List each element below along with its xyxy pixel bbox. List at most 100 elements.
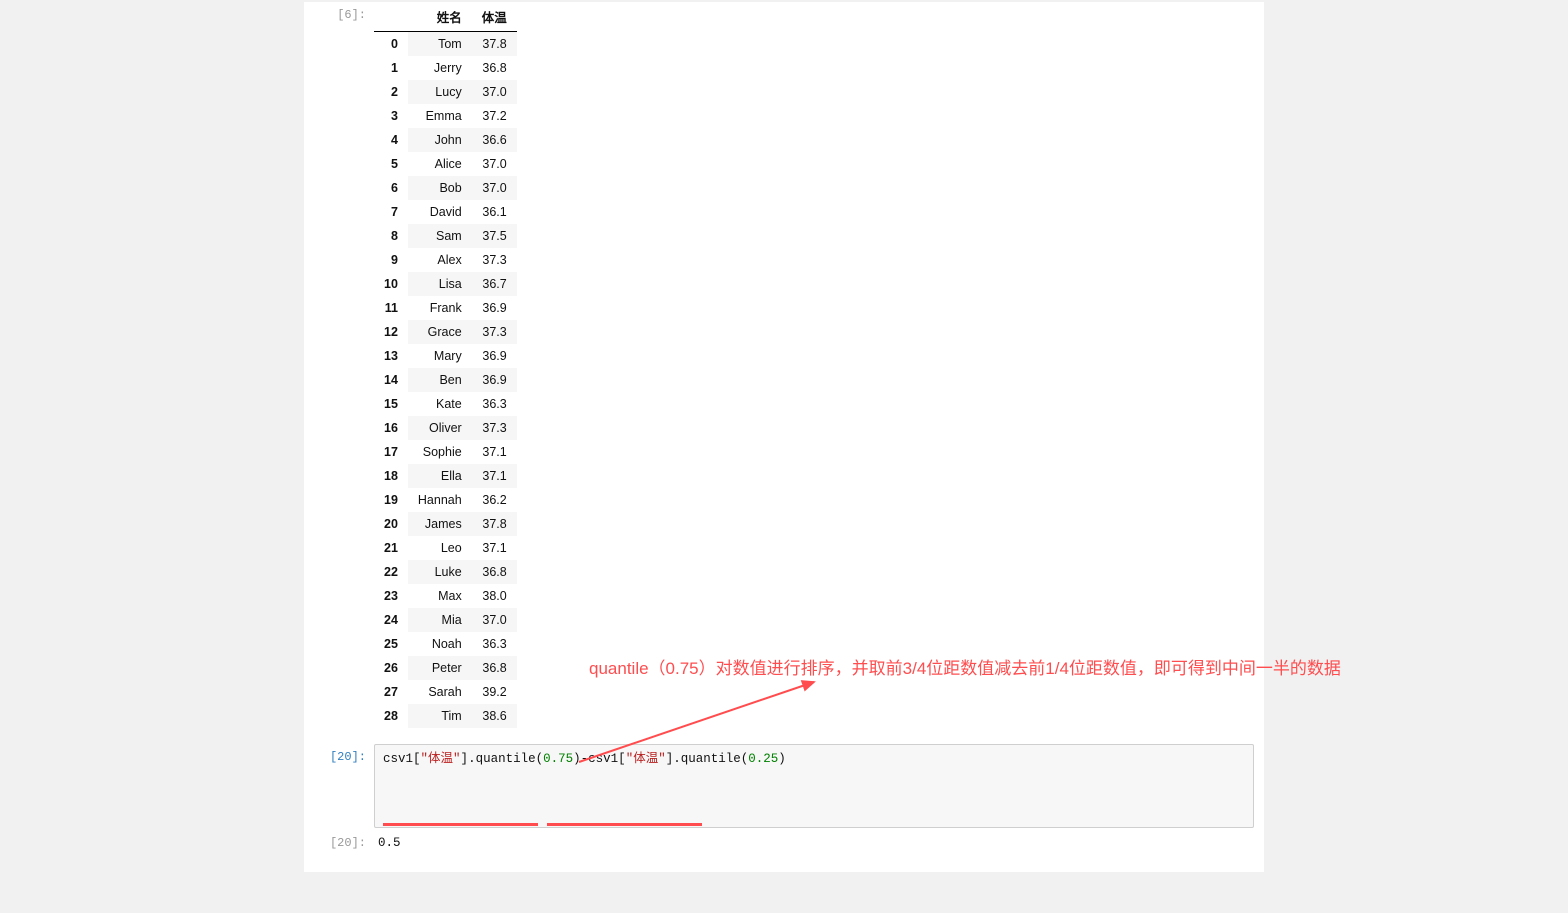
row-index: 28 — [374, 704, 408, 728]
row-index: 15 — [374, 392, 408, 416]
row-name: Ella — [408, 464, 472, 488]
output-prompt-20: [20]: — [314, 830, 374, 850]
row-index: 16 — [374, 416, 408, 440]
row-temp: 36.9 — [472, 344, 517, 368]
table-row: 28Tim38.6 — [374, 704, 517, 728]
row-index: 0 — [374, 32, 408, 57]
row-name: Peter — [408, 656, 472, 680]
row-name: Bob — [408, 176, 472, 200]
row-name: Max — [408, 584, 472, 608]
table-row: 22Luke36.8 — [374, 560, 517, 584]
row-name: Luke — [408, 560, 472, 584]
row-temp: 38.0 — [472, 584, 517, 608]
row-index: 22 — [374, 560, 408, 584]
row-name: Sam — [408, 224, 472, 248]
row-index: 27 — [374, 680, 408, 704]
table-row: 26Peter36.8 — [374, 656, 517, 680]
table-row: 7David36.1 — [374, 200, 517, 224]
row-temp: 37.3 — [472, 248, 517, 272]
row-temp: 39.2 — [472, 680, 517, 704]
table-row: 0Tom37.8 — [374, 32, 517, 57]
code-input-cell: [20]: csv1["体温"].quantile(0.75)-csv1["体温… — [314, 744, 1254, 828]
row-name: Alice — [408, 152, 472, 176]
dataframe-table: 姓名 体温 0Tom37.81Jerry36.82Lucy37.03Emma37… — [374, 2, 517, 728]
row-name: Emma — [408, 104, 472, 128]
table-row: 2Lucy37.0 — [374, 80, 517, 104]
row-temp: 36.9 — [472, 368, 517, 392]
row-name: Mia — [408, 608, 472, 632]
table-row: 15Kate36.3 — [374, 392, 517, 416]
table-row: 14Ben36.9 — [374, 368, 517, 392]
row-index: 23 — [374, 584, 408, 608]
row-index: 13 — [374, 344, 408, 368]
row-name: Lisa — [408, 272, 472, 296]
row-temp: 37.3 — [472, 320, 517, 344]
table-row: 5Alice37.0 — [374, 152, 517, 176]
row-temp: 37.2 — [472, 104, 517, 128]
row-temp: 36.8 — [472, 656, 517, 680]
row-temp: 36.3 — [472, 392, 517, 416]
row-name: Kate — [408, 392, 472, 416]
row-index: 7 — [374, 200, 408, 224]
notebook-inner: [6]: 姓名 体温 0Tom37.81Jerry36.82Lucy37.03E… — [304, 2, 1264, 872]
row-name: David — [408, 200, 472, 224]
output-cell: [6]: 姓名 体温 0Tom37.81Jerry36.82Lucy37.03E… — [314, 2, 1254, 728]
row-name: James — [408, 512, 472, 536]
col-header-index — [374, 2, 408, 32]
row-temp: 36.8 — [472, 560, 517, 584]
row-temp: 37.1 — [472, 464, 517, 488]
row-index: 5 — [374, 152, 408, 176]
table-row: 6Bob37.0 — [374, 176, 517, 200]
row-index: 21 — [374, 536, 408, 560]
code-editor[interactable]: csv1["体温"].quantile(0.75)-csv1["体温"].qua… — [374, 744, 1254, 828]
row-name: Frank — [408, 296, 472, 320]
table-row: 24Mia37.0 — [374, 608, 517, 632]
table-row: 10Lisa36.7 — [374, 272, 517, 296]
row-name: Hannah — [408, 488, 472, 512]
row-temp: 37.0 — [472, 152, 517, 176]
row-temp: 37.3 — [472, 416, 517, 440]
row-index: 24 — [374, 608, 408, 632]
row-name: Sophie — [408, 440, 472, 464]
row-index: 18 — [374, 464, 408, 488]
col-header-name: 姓名 — [408, 2, 472, 32]
row-index: 12 — [374, 320, 408, 344]
table-row: 11Frank36.9 — [374, 296, 517, 320]
table-row: 18Ella37.1 — [374, 464, 517, 488]
table-row: 16Oliver37.3 — [374, 416, 517, 440]
row-index: 25 — [374, 632, 408, 656]
row-temp: 37.0 — [472, 176, 517, 200]
row-name: Ben — [408, 368, 472, 392]
row-temp: 37.8 — [472, 32, 517, 57]
row-temp: 37.1 — [472, 440, 517, 464]
code-highlight-2 — [547, 823, 702, 826]
row-temp: 36.1 — [472, 200, 517, 224]
row-index: 10 — [374, 272, 408, 296]
row-name: Sarah — [408, 680, 472, 704]
table-row: 3Emma37.2 — [374, 104, 517, 128]
row-name: Tom — [408, 32, 472, 57]
row-name: Tim — [408, 704, 472, 728]
table-row: 27Sarah39.2 — [374, 680, 517, 704]
table-row: 17Sophie37.1 — [374, 440, 517, 464]
row-name: Noah — [408, 632, 472, 656]
row-temp: 37.0 — [472, 608, 517, 632]
code-highlight-1 — [383, 823, 538, 826]
row-index: 9 — [374, 248, 408, 272]
row-index: 3 — [374, 104, 408, 128]
row-temp: 37.0 — [472, 80, 517, 104]
row-name: Lucy — [408, 80, 472, 104]
row-index: 11 — [374, 296, 408, 320]
row-index: 20 — [374, 512, 408, 536]
table-row: 25Noah36.3 — [374, 632, 517, 656]
row-temp: 37.1 — [472, 536, 517, 560]
row-temp: 36.8 — [472, 56, 517, 80]
input-prompt-20: [20]: — [314, 744, 374, 764]
row-temp: 36.9 — [472, 296, 517, 320]
dataframe-output: 姓名 体温 0Tom37.81Jerry36.82Lucy37.03Emma37… — [374, 2, 1254, 728]
row-name: Grace — [408, 320, 472, 344]
row-index: 2 — [374, 80, 408, 104]
table-row: 1Jerry36.8 — [374, 56, 517, 80]
row-name: Leo — [408, 536, 472, 560]
table-row: 23Max38.0 — [374, 584, 517, 608]
